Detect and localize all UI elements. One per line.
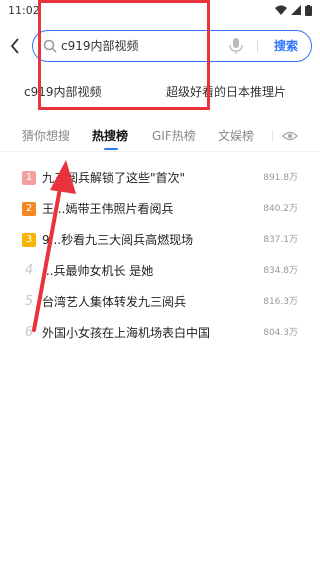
hot-item-title: ...兵最帅女机长 是她 (42, 264, 154, 278)
search-button[interactable]: 搜索 (265, 31, 307, 60)
signal-icon (291, 5, 301, 15)
status-icons (275, 4, 312, 16)
search-icon (43, 39, 57, 53)
hot-item-title: 王...嫣带王伟照片看阅兵 (42, 202, 174, 216)
rank-badge: 1 (22, 171, 36, 185)
rank-badge: 5 (24, 294, 34, 309)
status-time: 11:02 (8, 3, 40, 17)
tab-separator (272, 130, 273, 142)
tab-entertainment[interactable]: 文娱榜 (218, 120, 254, 152)
hot-item-title: 9...秒看九三大阅兵高燃现场 (42, 233, 194, 247)
wifi-icon (275, 5, 287, 15)
hot-item-count: 837.1万 (263, 235, 298, 245)
hot-list-item[interactable]: 4 ...兵最帅女机长 是她 834.8万 (0, 259, 320, 283)
hot-list-item[interactable]: 2 王...嫣带王伟照片看阅兵 840.2万 (0, 197, 320, 221)
hot-list-item[interactable]: 1 九三阅兵解锁了这些"首次" 891.8万 (0, 166, 320, 190)
hot-item-count: 834.8万 (263, 266, 298, 276)
hot-item-title: 外国小女孩在上海机场表白中国 (42, 326, 211, 340)
rank-badge: 2 (22, 202, 36, 216)
search-bar: 搜索 (0, 28, 320, 64)
hot-list-item[interactable]: 5 台湾艺人集体转发九三阅兵 816.3万 (0, 290, 320, 314)
ranking-tabs: 猜你想搜 热搜榜 GIF热榜 文娱榜 (0, 120, 320, 152)
tab-guess[interactable]: 猜你想搜 (22, 120, 70, 152)
rank-badge: 4 (24, 263, 34, 278)
hot-item-count: 891.8万 (263, 173, 298, 183)
hot-list-item[interactable]: 6 外国小女孩在上海机场表白中国 804.3万 (0, 321, 320, 345)
eye-icon[interactable] (282, 129, 298, 143)
search-box[interactable]: 搜索 (32, 30, 312, 62)
suggestion-row: c919内部视频 超级好看的日本推理片 (0, 80, 320, 104)
status-bar: 11:02 (0, 0, 320, 20)
search-input[interactable] (61, 31, 221, 60)
suggestion-item[interactable]: c919内部视频 (24, 80, 102, 104)
search-divider (257, 40, 258, 52)
hot-item-title: 九三阅兵解锁了这些"首次" (42, 171, 186, 185)
active-tab-indicator (104, 148, 118, 150)
rank-badge: 6 (24, 325, 34, 340)
microphone-icon[interactable] (229, 38, 243, 54)
back-arrow-icon (10, 38, 19, 54)
suggestion-item[interactable]: 超级好看的日本推理片 (166, 80, 286, 104)
hot-item-count: 804.3万 (263, 328, 298, 338)
back-button[interactable] (4, 32, 26, 60)
hot-item-count: 840.2万 (263, 204, 298, 214)
hot-item-title: 台湾艺人集体转发九三阅兵 (42, 295, 187, 309)
hot-item-count: 816.3万 (263, 297, 298, 307)
battery-icon (305, 4, 312, 16)
hot-list-item[interactable]: 3 9...秒看九三大阅兵高燃现场 837.1万 (0, 228, 320, 252)
rank-badge: 3 (22, 233, 36, 247)
tab-gif[interactable]: GIF热榜 (152, 120, 196, 152)
